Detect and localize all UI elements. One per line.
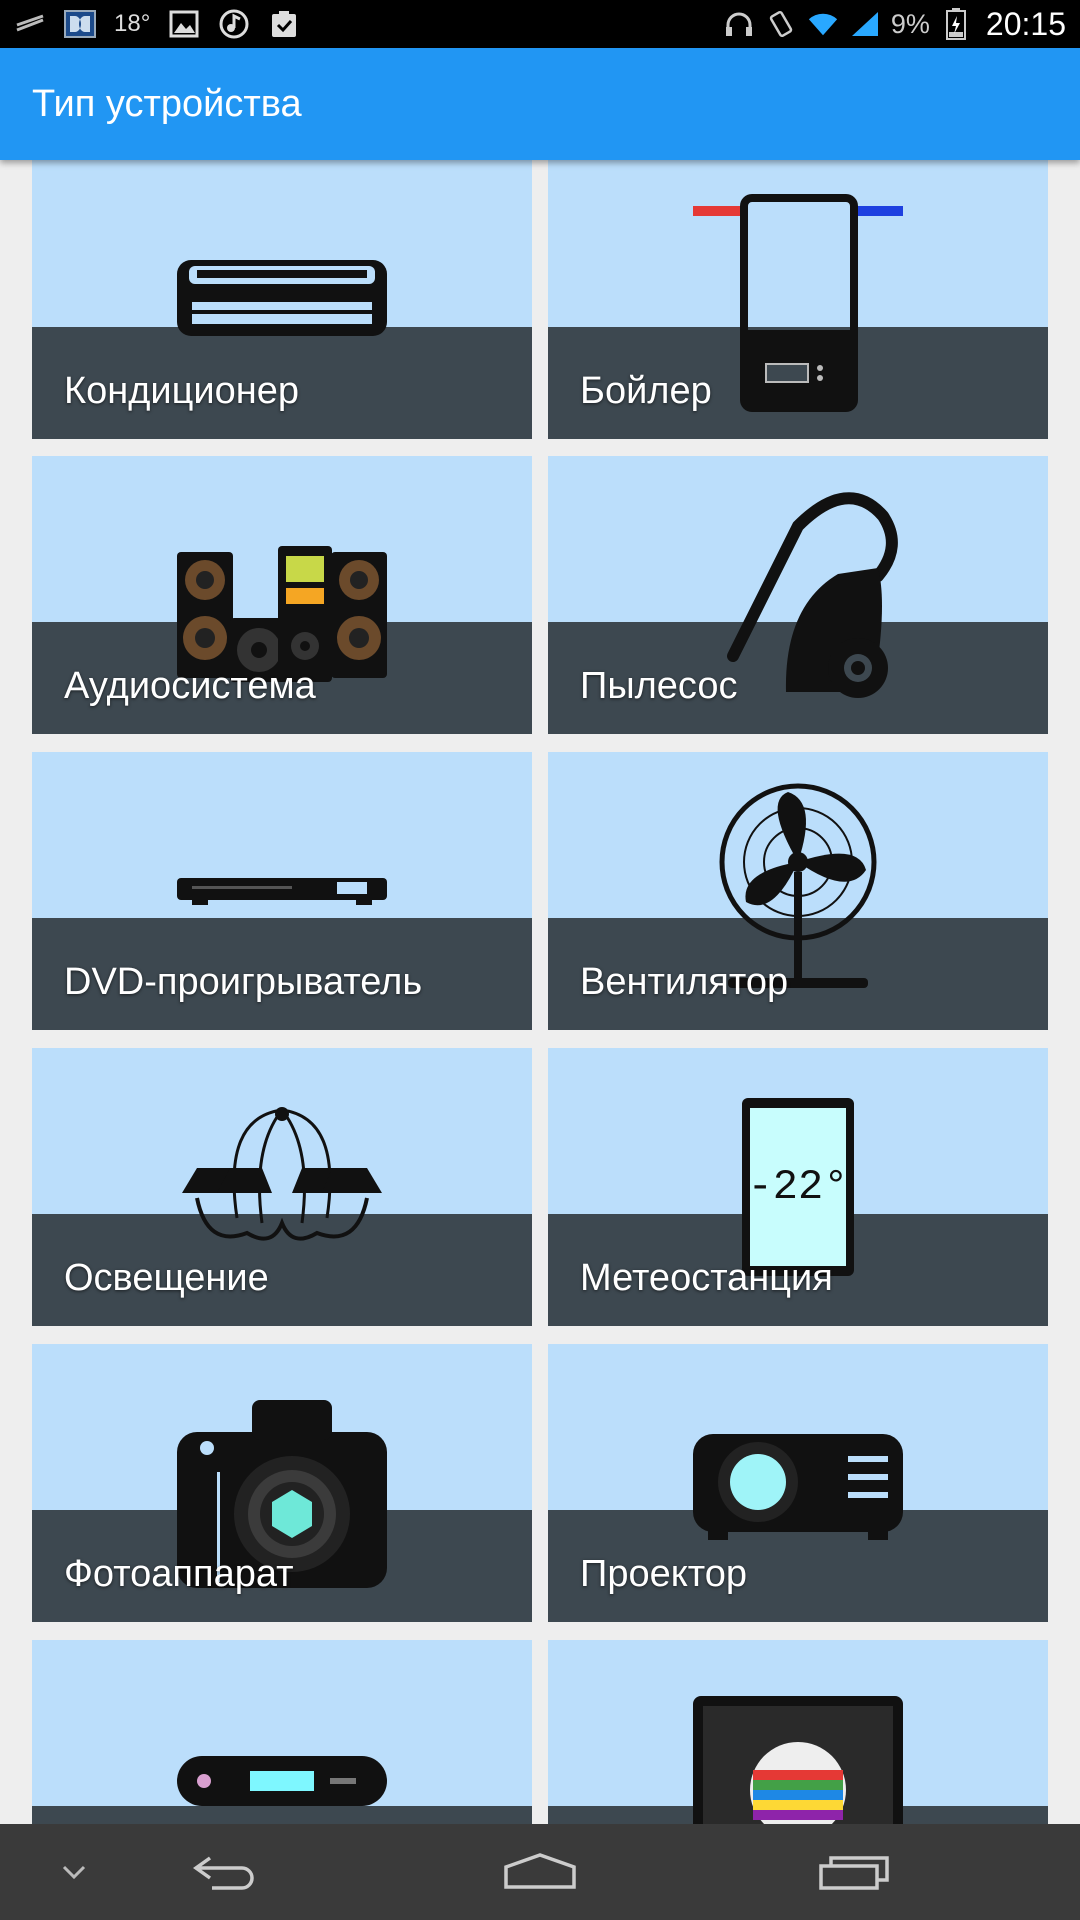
tile-label: Кондиционер <box>64 370 300 412</box>
vibrate-icon <box>765 8 797 40</box>
task-check-icon <box>268 8 300 40</box>
tile-label: Проектор <box>580 1553 748 1595</box>
home-icon <box>504 1853 576 1889</box>
app-bar: Тип устройства <box>0 48 1080 160</box>
wifi-icon <box>807 8 839 40</box>
hide-keyboard-button[interactable] <box>44 1824 104 1920</box>
tile-label: Вентилятор <box>580 961 789 1003</box>
page-title: Тип устройства <box>32 82 302 125</box>
tile-label: Аудиосистема <box>64 665 316 707</box>
chevron-down-icon <box>62 1865 86 1880</box>
device-tile-set-top-box[interactable] <box>32 1640 532 1824</box>
status-bar: 18° 9% 20:15 <box>0 0 1080 48</box>
notification-stripes-icon <box>14 8 46 40</box>
device-tile-air-conditioner[interactable]: Кондиционер <box>32 160 532 439</box>
recent-apps-button[interactable] <box>810 1824 900 1920</box>
recent-apps-icon <box>819 1856 889 1890</box>
tv-test-pattern-icon <box>693 1696 903 1824</box>
tile-label: Фотоаппарат <box>64 1553 294 1595</box>
image-icon <box>168 8 200 40</box>
clock-text: 20:15 <box>985 5 1066 42</box>
device-tile-fan[interactable]: Вентилятор <box>548 752 1048 1030</box>
device-tile-vacuum-cleaner[interactable]: Пылесос <box>548 456 1048 734</box>
device-tile-weather-station[interactable]: -22° Метеостанция <box>548 1048 1048 1326</box>
set-top-box-icon <box>177 1756 387 1806</box>
tile-label: Бойлер <box>580 370 712 412</box>
tile-label: Метеостанция <box>580 1257 833 1299</box>
headphones-icon <box>723 8 755 40</box>
back-button[interactable] <box>180 1824 270 1920</box>
home-button[interactable] <box>495 1824 585 1920</box>
tile-label: DVD-проигрыватель <box>64 961 423 1003</box>
device-grid: Кондиционер Бойлер Аудиосистема Пылесос … <box>0 160 1080 1824</box>
device-tile-boiler[interactable]: Бойлер <box>548 160 1048 439</box>
device-tile-lighting[interactable]: Освещение <box>32 1048 532 1326</box>
device-tile-camera[interactable]: Фотоаппарат <box>32 1344 532 1622</box>
device-tile-dvd-player[interactable]: DVD-проигрыватель <box>32 752 532 1030</box>
temperature-text: 18° <box>114 10 151 37</box>
device-tile-tv[interactable] <box>548 1640 1048 1824</box>
navigation-bar <box>0 1824 1080 1920</box>
tile-label: Пылесос <box>580 665 738 707</box>
battery-charging-icon <box>940 8 972 40</box>
device-tile-projector[interactable]: Проектор <box>548 1344 1048 1622</box>
weather-display-text: -22° <box>748 1163 849 1211</box>
back-arrow-icon <box>192 1856 254 1890</box>
battery-percent-text: 9% <box>890 8 930 39</box>
music-app-icon <box>218 8 250 40</box>
device-tile-audio-system[interactable]: Аудиосистема <box>32 456 532 734</box>
tile-label: Освещение <box>64 1257 269 1299</box>
dolby-icon <box>64 8 96 40</box>
signal-icon <box>849 8 881 40</box>
